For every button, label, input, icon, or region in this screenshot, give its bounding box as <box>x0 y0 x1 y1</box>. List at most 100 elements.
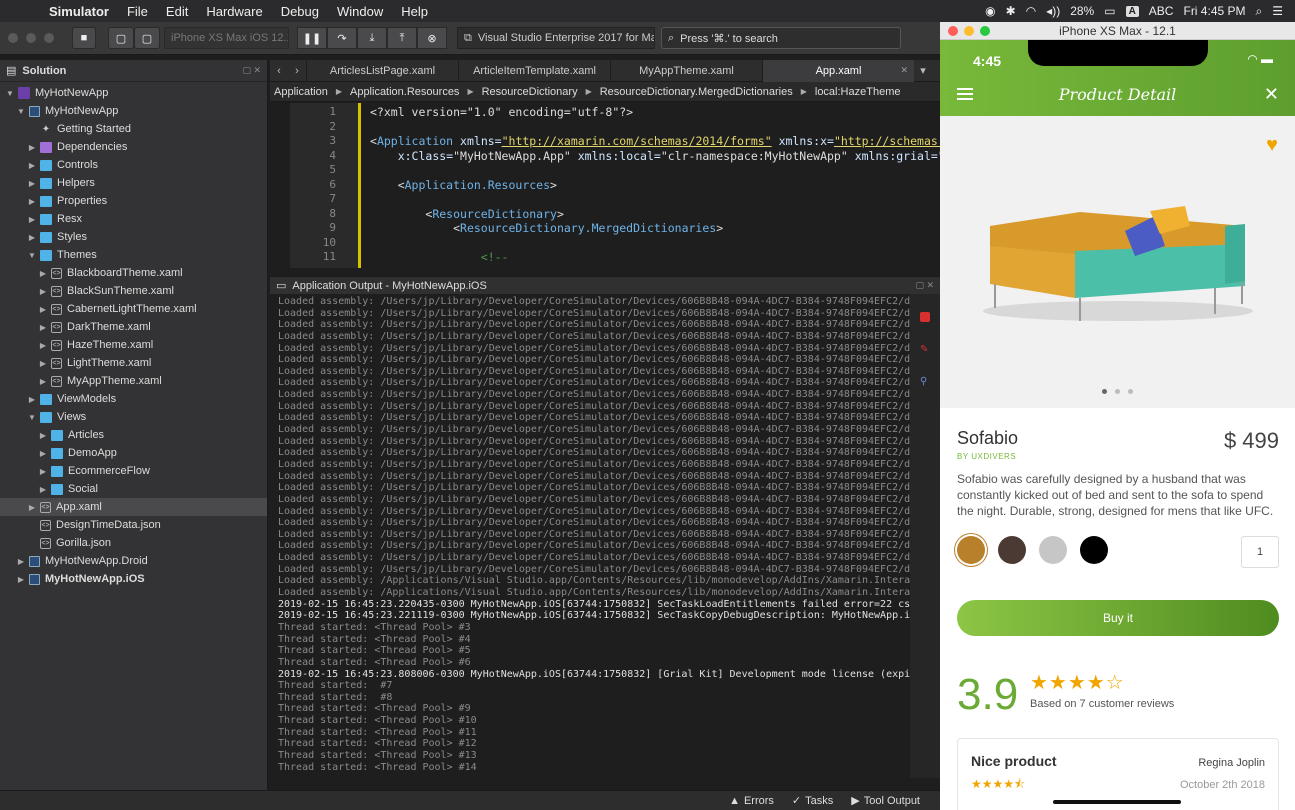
bluetooth-icon[interactable]: ✱ <box>1006 4 1016 18</box>
input-source[interactable]: ABC <box>1149 4 1174 18</box>
code-editor[interactable]: 1 <?xml version="1.0" encoding="utf-8"?> 2… <box>270 103 940 268</box>
search-input[interactable]: ⌕ Press '⌘.' to search <box>661 27 901 49</box>
device-selector[interactable]: iPhone XS Max iOS 12.1 <box>164 27 289 49</box>
chevron-right-icon[interactable]: ▶ <box>26 179 38 188</box>
tree-item[interactable]: ▼ MyHotNewApp <box>0 102 267 120</box>
tree-item[interactable]: ▶ <> DarkTheme.xaml <box>0 318 267 336</box>
tab-forward-icon[interactable]: › <box>288 65 306 77</box>
tree-item[interactable]: ✦ Getting Started <box>0 120 267 138</box>
chevron-right-icon[interactable]: ▶ <box>26 395 38 404</box>
breadcrumb-item[interactable]: ResourceDictionary <box>482 86 578 98</box>
tree-item[interactable]: <> Gorilla.json <box>0 534 267 552</box>
tree-item[interactable]: ▶ <> HazeTheme.xaml <box>0 336 267 354</box>
chevron-right-icon[interactable]: ▶ <box>37 323 49 332</box>
tree-item[interactable]: <> DesignTimeData.json <box>0 516 267 534</box>
carousel-indicators[interactable] <box>940 389 1295 394</box>
tree-item[interactable]: ▶ Controls <box>0 156 267 174</box>
tree-item[interactable]: ▶ <> LightTheme.xaml <box>0 354 267 372</box>
menu-simulator[interactable]: Simulator <box>40 4 118 19</box>
code-line[interactable]: 6 <Application.Resources> <box>270 178 940 193</box>
close-icon[interactable]: ✕ <box>1264 84 1279 105</box>
menu-window[interactable]: Window <box>328 4 392 19</box>
chevron-right-icon[interactable]: ▶ <box>37 341 49 350</box>
chevron-down-icon[interactable]: ▼ <box>15 107 27 116</box>
chevron-right-icon[interactable]: ▶ <box>26 503 38 512</box>
tab-my-app-theme[interactable]: MyAppTheme.xaml <box>610 59 762 82</box>
chevron-right-icon[interactable]: ▶ <box>26 161 38 170</box>
tree-item[interactable]: ▶ Properties <box>0 192 267 210</box>
menu-help[interactable]: Help <box>392 4 437 19</box>
spotlight-icon[interactable]: ⌕ <box>1256 4 1263 19</box>
favorite-heart-icon[interactable]: ♥ <box>1266 134 1278 157</box>
tree-item[interactable]: ▶ Helpers <box>0 174 267 192</box>
code-line[interactable]: 11 <!-- <box>270 250 940 265</box>
chevron-right-icon[interactable]: ▶ <box>15 575 27 584</box>
carousel-dot[interactable] <box>1102 389 1107 394</box>
target-selector[interactable]: ▢ <box>134 27 160 49</box>
tab-article-item-template[interactable]: ArticleItemTemplate.xaml <box>458 59 610 82</box>
color-swatch[interactable] <box>1080 536 1108 564</box>
tree-item[interactable]: ▶ <> BlackSunTheme.xaml <box>0 282 267 300</box>
tree-item[interactable]: ▶ MyHotNewApp.Droid <box>0 552 267 570</box>
code-line[interactable]: 3 <Application xmlns="http://xamarin.com/… <box>270 134 940 149</box>
application-output[interactable]: Loaded assembly: /Users/jp/Library/Devel… <box>270 294 910 778</box>
chevron-right-icon[interactable]: ▶ <box>26 233 38 242</box>
color-swatch[interactable] <box>998 536 1026 564</box>
simulator-zoom-button[interactable] <box>980 25 990 36</box>
buy-button[interactable]: Buy it <box>957 600 1279 636</box>
tree-item[interactable]: ▶ <> App.xaml <box>0 498 267 516</box>
code-line[interactable]: 7 <box>270 192 940 207</box>
code-line[interactable]: 4 x:Class="MyHotNewApp.App" xmlns:local=… <box>270 149 940 164</box>
chevron-right-icon[interactable]: ▶ <box>37 269 49 278</box>
chevron-right-icon[interactable]: ▶ <box>15 557 27 566</box>
window-close-button[interactable] <box>8 33 18 43</box>
tree-item[interactable]: ▶ Styles <box>0 228 267 246</box>
tool-output-pad-button[interactable]: ▶ Tool Output <box>851 794 920 808</box>
pause-button[interactable]: ❚❚ <box>297 27 327 49</box>
breadcrumb-item[interactable]: local:HazeTheme <box>815 86 901 98</box>
menubar-clock[interactable]: Fri 4:45 PM <box>1183 4 1245 18</box>
chevron-right-icon[interactable]: ▶ <box>37 467 49 476</box>
simulator-minimize-button[interactable] <box>964 25 974 36</box>
tree-item[interactable]: ▶ <> BlackboardTheme.xaml <box>0 264 267 282</box>
code-line[interactable]: 1 <?xml version="1.0" encoding="utf-8"?> <box>270 105 940 120</box>
battery-percent[interactable]: 28% <box>1070 4 1094 18</box>
tree-item[interactable]: ▼ Views <box>0 408 267 426</box>
color-swatch[interactable] <box>957 536 985 564</box>
tree-item[interactable]: ▶ ViewModels <box>0 390 267 408</box>
close-icon[interactable]: ✕ <box>900 65 908 76</box>
chevron-right-icon[interactable]: ▶ <box>26 197 38 206</box>
stop-button[interactable]: ■ <box>72 27 96 49</box>
errors-pad-button[interactable]: ▲ Errors <box>729 795 774 807</box>
volume-icon[interactable]: ◂)) <box>1046 4 1060 18</box>
chevron-right-icon[interactable]: ▶ <box>37 305 49 314</box>
menu-hardware[interactable]: Hardware <box>197 4 271 19</box>
step-out-button[interactable]: ⤒ <box>387 27 417 49</box>
menu-file[interactable]: File <box>118 4 157 19</box>
tree-item[interactable]: ▼ Themes <box>0 246 267 264</box>
tree-item[interactable]: ▶ EcommerceFlow <box>0 462 267 480</box>
tab-overflow-icon[interactable]: ▾ <box>914 64 932 77</box>
tree-item[interactable]: ▶ Social <box>0 480 267 498</box>
record-icon[interactable]: ◉ <box>985 4 995 18</box>
code-line[interactable]: 5 <box>270 163 940 178</box>
home-indicator[interactable] <box>1053 800 1181 804</box>
tree-item[interactable]: ▶ Dependencies <box>0 138 267 156</box>
menu-edit[interactable]: Edit <box>157 4 197 19</box>
breadcrumb-item[interactable]: Application <box>274 86 328 98</box>
breadcrumb-item[interactable]: ResourceDictionary.MergedDictionaries <box>600 86 793 98</box>
chevron-right-icon[interactable]: ▶ <box>26 215 38 224</box>
tree-item[interactable]: ▶ DemoApp <box>0 444 267 462</box>
pad-controls[interactable]: ▢ ✕ <box>915 280 934 291</box>
chevron-right-icon[interactable]: ▶ <box>37 377 49 386</box>
quantity-field[interactable]: 1 <box>1241 536 1279 568</box>
window-zoom-button[interactable] <box>44 33 54 43</box>
code-line[interactable]: 8 <ResourceDictionary> <box>270 207 940 222</box>
chevron-down-icon[interactable]: ▼ <box>26 413 38 422</box>
chevron-right-icon[interactable]: ▶ <box>37 287 49 296</box>
chevron-down-icon[interactable]: ▼ <box>26 251 38 260</box>
tree-item[interactable]: ▶ <> MyAppTheme.xaml <box>0 372 267 390</box>
chevron-down-icon[interactable]: ▼ <box>4 89 16 98</box>
tasks-pad-button[interactable]: ✓ Tasks <box>792 794 833 808</box>
keyboard-input-icon[interactable]: A <box>1125 5 1139 17</box>
